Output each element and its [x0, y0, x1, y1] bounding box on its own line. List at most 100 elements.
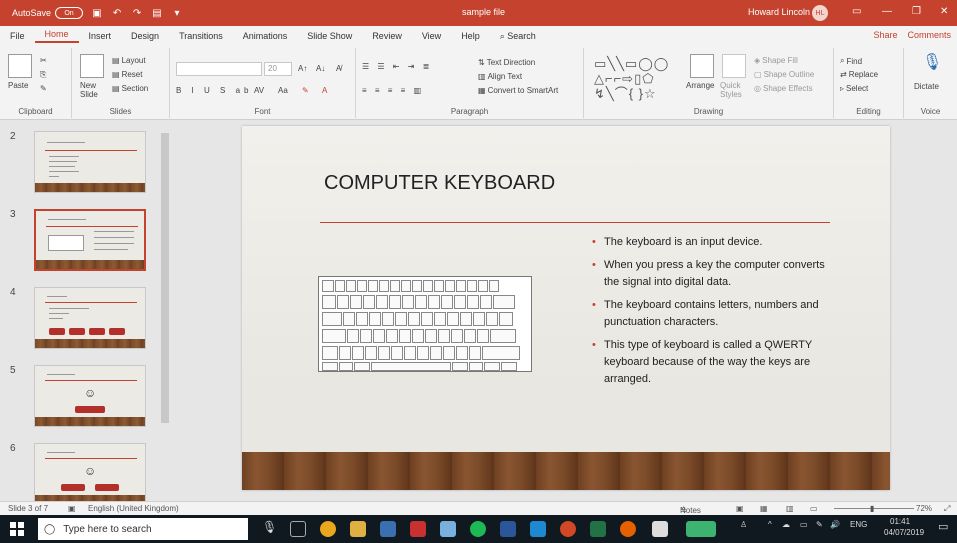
slide-thumbnail-6[interactable]: ☺	[34, 443, 146, 505]
tab-design[interactable]: Design	[121, 31, 169, 41]
close-icon[interactable]: ✕	[940, 6, 948, 17]
clear-format-icon[interactable]: A̸	[336, 64, 341, 73]
tab-help[interactable]: Help	[451, 31, 490, 41]
slide-thumbnail-2[interactable]	[34, 131, 146, 193]
word-icon[interactable]	[500, 521, 516, 537]
format-painter-icon[interactable]: ✎	[40, 84, 47, 93]
avatar[interactable]: HL	[812, 5, 828, 21]
windows-start-icon[interactable]	[10, 522, 24, 536]
slide-thumbnail-4[interactable]	[34, 287, 146, 349]
customize-toolbar-icon[interactable]: ▾	[171, 7, 183, 19]
chrome-icon[interactable]	[320, 521, 336, 537]
copy-icon[interactable]: ⎘	[40, 70, 46, 80]
grow-font-icon[interactable]: A↑	[298, 64, 307, 73]
font-color-icon[interactable]: A	[322, 86, 327, 95]
ribbon-display-icon[interactable]: ▭	[852, 6, 861, 17]
firefox-icon[interactable]	[620, 521, 636, 537]
current-slide[interactable]: COMPUTER KEYBOARD • The keyboard is an in…	[242, 126, 890, 490]
undo-icon[interactable]: ↶	[111, 7, 123, 19]
share-button[interactable]: Share	[873, 30, 897, 40]
text-direction-button[interactable]: ⇅ Text Direction	[478, 58, 535, 67]
excel-icon[interactable]	[590, 521, 606, 537]
section-button[interactable]: ▤ Section	[112, 84, 148, 93]
redo-icon[interactable]: ↷	[131, 7, 143, 19]
powerpoint-icon[interactable]	[560, 521, 576, 537]
person-icon[interactable]: ♙	[740, 520, 747, 529]
scrollbar-thumb[interactable]	[161, 133, 169, 423]
battery-icon[interactable]	[686, 521, 716, 537]
tab-insert[interactable]: Insert	[79, 31, 122, 41]
language-indicator[interactable]: English (United Kingdom)	[88, 504, 179, 513]
font-size-field[interactable]: 20	[264, 62, 292, 76]
highlight-icon[interactable]: ✎	[302, 86, 309, 95]
replace-button[interactable]: ⇄ Replace	[840, 70, 878, 79]
tab-view[interactable]: View	[412, 31, 451, 41]
align-icons[interactable]: ≡ ≡ ≡ ≡ ▥	[362, 86, 424, 95]
normal-view-icon[interactable]: ▣	[736, 504, 744, 513]
paste-icon[interactable]	[8, 54, 32, 78]
notification-icon[interactable]: ▭	[938, 520, 948, 533]
input-language[interactable]: ENG	[850, 520, 867, 529]
tab-transitions[interactable]: Transitions	[169, 31, 233, 41]
dictate-button[interactable]: Dictate	[914, 82, 939, 91]
tab-animations[interactable]: Animations	[233, 31, 298, 41]
tray-chevron-icon[interactable]: ^	[768, 520, 772, 529]
save-icon[interactable]: ▣	[91, 7, 103, 19]
tab-home[interactable]: Home	[34, 29, 79, 43]
autosave-toggle[interactable]: On	[55, 7, 84, 19]
spellcheck-icon[interactable]: ▣	[68, 504, 76, 513]
present-icon[interactable]: ▤	[151, 7, 163, 19]
quick-styles-icon[interactable]	[722, 54, 746, 78]
new-slide-icon[interactable]	[80, 54, 104, 78]
taskbar-search[interactable]: ◯ Type here to search	[38, 518, 248, 540]
pdf-icon[interactable]	[410, 521, 426, 537]
align-text-button[interactable]: ▥ Align Text	[478, 72, 522, 81]
cloud-icon[interactable]: ☁	[782, 520, 790, 529]
photos-icon[interactable]	[652, 521, 668, 537]
layout-button[interactable]: ▤ Layout	[112, 56, 146, 65]
thumbnail-scrollbar[interactable]	[160, 121, 170, 501]
select-button[interactable]: ▹ Select	[840, 84, 868, 93]
spotify-icon[interactable]	[470, 521, 486, 537]
file-explorer-icon[interactable]	[350, 521, 366, 537]
pen-icon[interactable]: ✎	[816, 520, 823, 529]
shapes-gallery[interactable]: ▭╲╲▭◯◯ △⌐⌐⇨▯⬠ ↯╲⌒{ }☆	[594, 56, 669, 101]
search-box[interactable]: ⌕ Search	[490, 31, 546, 42]
shape-fill-button[interactable]: ◈ Shape Fill	[754, 56, 798, 65]
app-icon[interactable]	[440, 521, 456, 537]
cut-icon[interactable]: ✂	[40, 56, 47, 65]
zoom-slider-thumb[interactable]: ▮	[870, 504, 874, 513]
minimize-icon[interactable]: —	[882, 6, 892, 17]
microphone-icon[interactable]: 🎙	[262, 520, 277, 534]
autosave-control[interactable]: AutoSave On	[12, 7, 84, 19]
shape-effects-button[interactable]: ◎ Shape Effects	[754, 84, 813, 93]
font-style-buttons[interactable]: B I U S ab	[176, 86, 252, 95]
zoom-level[interactable]: 72%	[916, 504, 932, 513]
reset-button[interactable]: ▤ Reset	[112, 70, 142, 79]
arrange-button[interactable]: Arrange	[686, 81, 714, 90]
change-case-icon[interactable]: Aa	[278, 86, 288, 95]
app-icon[interactable]	[380, 521, 396, 537]
microphone-icon[interactable]: 🎙	[922, 52, 942, 72]
keyboard-image[interactable]	[318, 276, 532, 372]
quick-styles-button[interactable]: Quick Styles	[720, 81, 750, 99]
clock-time[interactable]: 01:41	[890, 517, 910, 526]
network-icon[interactable]: ▭	[800, 520, 808, 529]
user-name[interactable]: Howard Lincoln	[748, 7, 810, 17]
tab-review[interactable]: Review	[362, 31, 412, 41]
fit-slide-icon[interactable]: ⤢	[944, 504, 950, 514]
shrink-font-icon[interactable]: A↓	[316, 64, 325, 73]
slide-sorter-icon[interactable]: ▦	[760, 504, 768, 513]
volume-icon[interactable]: 🔊	[830, 520, 840, 529]
slide-title[interactable]: COMPUTER KEYBOARD	[324, 172, 555, 195]
maximize-icon[interactable]: ❐	[912, 6, 921, 17]
slide-thumbnail-3[interactable]	[34, 209, 146, 271]
task-view-icon[interactable]	[290, 521, 306, 537]
slide-thumbnail-5[interactable]: ☺	[34, 365, 146, 427]
shape-outline-button[interactable]: ▢ Shape Outline	[754, 70, 814, 79]
app-icon[interactable]	[530, 521, 546, 537]
comments-button[interactable]: Comments	[907, 30, 951, 40]
new-slide-button[interactable]: New Slide	[80, 81, 110, 99]
char-spacing-icon[interactable]: AV	[254, 86, 264, 95]
arrange-icon[interactable]	[690, 54, 714, 78]
